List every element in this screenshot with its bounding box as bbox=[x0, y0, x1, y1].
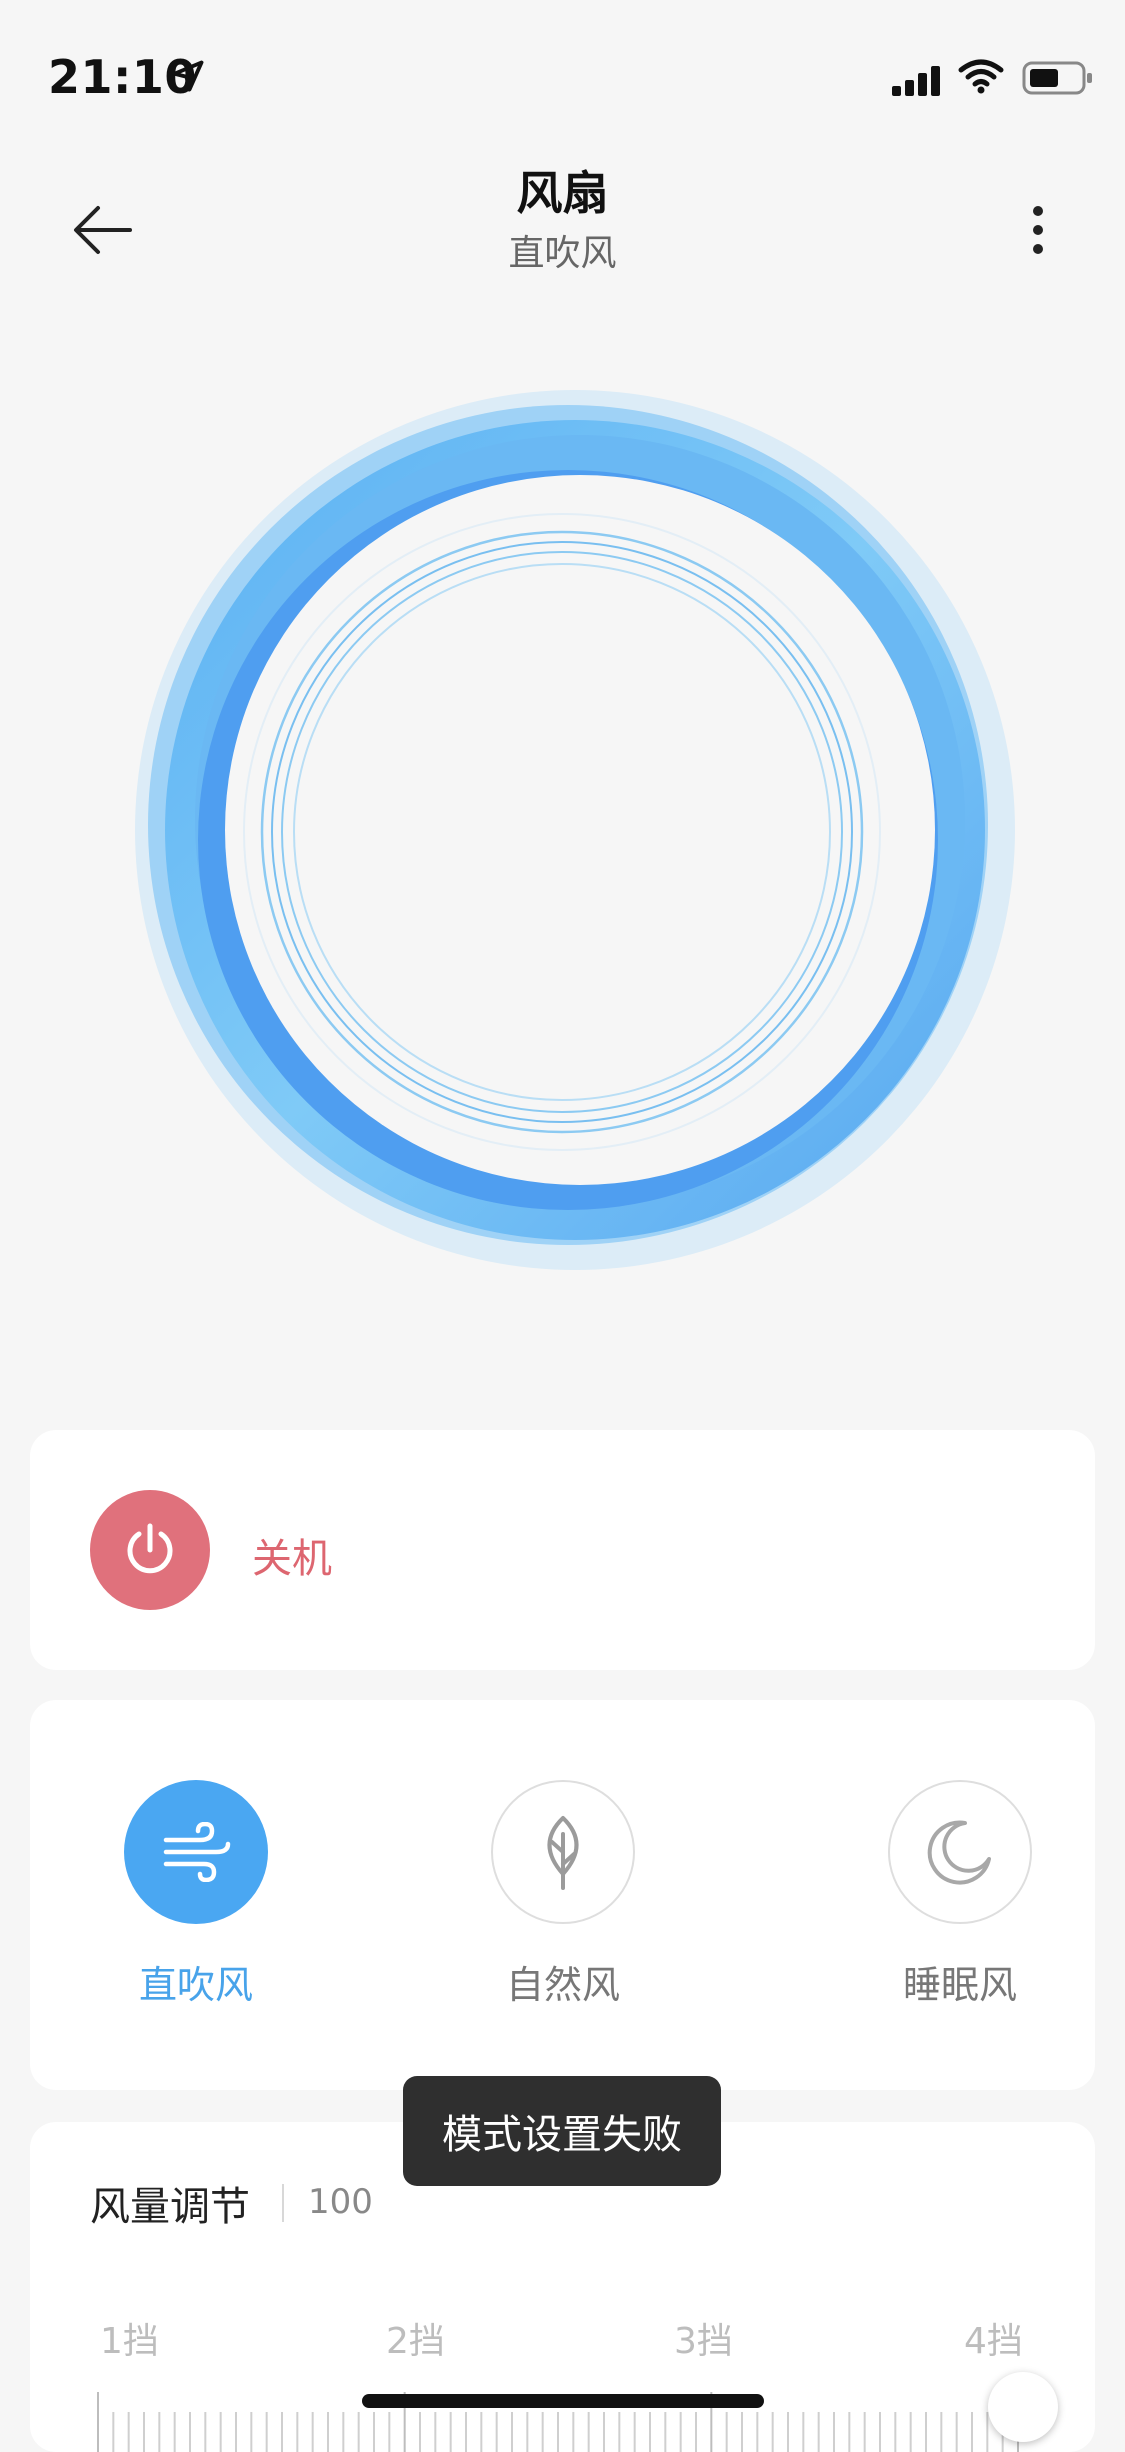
mode-natural-label: 自然风 bbox=[505, 1963, 620, 2007]
mode-sleep-button[interactable] bbox=[888, 1780, 1032, 1924]
mode-direct-label: 直吹风 bbox=[138, 1963, 253, 2007]
fan-ring-visual bbox=[135, 390, 1015, 1270]
wind-slider-thumb[interactable] bbox=[988, 2372, 1058, 2442]
power-card: 关机 bbox=[30, 1430, 1095, 1670]
battery-icon bbox=[1022, 61, 1092, 95]
mode-direct[interactable]: 直吹风 bbox=[76, 1780, 316, 2009]
wind-divider bbox=[282, 2184, 284, 2222]
mode-natural[interactable]: 自然风 bbox=[443, 1780, 683, 2009]
mode-sleep[interactable]: 睡眠风 bbox=[840, 1780, 1080, 2009]
power-icon bbox=[127, 1523, 173, 1574]
wind-value: 100 bbox=[308, 2182, 373, 2222]
mode-sleep-label: 睡眠风 bbox=[902, 1963, 1017, 2007]
location-arrow-icon bbox=[172, 60, 204, 92]
wind-slider-track[interactable] bbox=[96, 2382, 1056, 2452]
power-label[interactable]: 关机 bbox=[252, 1526, 332, 1584]
wifi-icon bbox=[958, 59, 1004, 94]
home-indicator bbox=[362, 2394, 764, 2408]
gear-1-label: 1挡 bbox=[100, 2321, 159, 2362]
page-subtitle: 直吹风 bbox=[508, 233, 617, 274]
signal-icon bbox=[892, 66, 940, 96]
leaf-icon bbox=[547, 1816, 579, 1890]
gear-2-label: 2挡 bbox=[386, 2321, 445, 2362]
mode-natural-button[interactable] bbox=[491, 1780, 635, 1924]
gear-4-label: 4挡 bbox=[964, 2321, 1023, 2362]
wind-title: 风量调节 bbox=[90, 2184, 250, 2230]
header-title-group: 风扇 直吹风 bbox=[0, 170, 1125, 272]
moon-icon bbox=[927, 1820, 991, 1885]
gear-3-label: 3挡 bbox=[674, 2321, 733, 2362]
mode-direct-button[interactable] bbox=[124, 1780, 268, 1924]
page-title: 风扇 bbox=[516, 166, 609, 220]
mode-card: 直吹风 自然风 睡眠风 bbox=[30, 1700, 1095, 2090]
wind-icon bbox=[163, 1822, 231, 1882]
power-button[interactable] bbox=[90, 1490, 210, 1610]
toast-message: 模式设置失败 bbox=[403, 2076, 721, 2186]
more-options-icon[interactable] bbox=[1028, 205, 1048, 255]
